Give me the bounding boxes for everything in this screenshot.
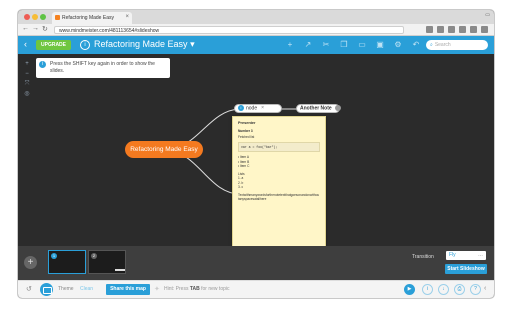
back-arrow-icon[interactable]: ← xyxy=(22,25,29,32)
another-note-topic[interactable]: Another Note xyxy=(296,104,341,113)
transition-value: Fly xyxy=(449,252,456,258)
note-code-block: var a = foo("bar"); xyxy=(238,141,320,152)
add-topic-icon[interactable]: + xyxy=(286,40,294,49)
scissors-icon[interactable]: ✂ xyxy=(322,40,330,49)
note-subtitle: Number 3 xyxy=(238,128,253,133)
undo-icon[interactable]: ↶ xyxy=(412,40,420,49)
print-icon[interactable]: ⎙ xyxy=(454,284,465,295)
close-icon[interactable]: × xyxy=(261,105,264,111)
node-topic[interactable]: i node × xyxy=(234,104,282,113)
browser-tab[interactable]: Refactoring Made Easy × xyxy=(52,12,132,24)
note-line: Fetched list xyxy=(238,135,255,139)
hint-key: TAB xyxy=(189,286,200,292)
search-input[interactable]: ⌕ Search xyxy=(426,40,488,50)
start-slideshow-button[interactable]: Start Slideshow xyxy=(445,264,487,274)
maximize-window-button[interactable] xyxy=(40,14,46,20)
extension-icon[interactable] xyxy=(448,26,455,33)
hint-suffix: for new topic xyxy=(201,286,230,292)
chevron-down-icon: ▾ xyxy=(190,39,195,49)
paste-icon[interactable]: ▭ xyxy=(358,40,366,49)
search-icon: ⌕ xyxy=(430,42,433,48)
note-indicator-icon: i xyxy=(238,105,244,111)
slide-thumbnail-bar xyxy=(115,269,125,271)
share-map-button[interactable]: Share this map xyxy=(106,284,150,295)
url-input[interactable]: www.mindmeister.com/481113654#slideshow xyxy=(54,26,404,34)
toolbar-tools: + ↗ ✂ ❐ ▭ ▣ ⚙ ↶ ↷ xyxy=(286,40,438,49)
tab-title: Refactoring Made Easy xyxy=(62,15,114,21)
tab-close-icon[interactable]: × xyxy=(125,14,129,20)
copy-icon[interactable]: ❐ xyxy=(340,40,348,49)
info-circle-icon[interactable]: i xyxy=(422,284,433,295)
note-title: Presenter xyxy=(238,121,256,125)
theme-value[interactable]: Clean xyxy=(80,286,93,292)
collapse-panel-icon[interactable]: ‹ xyxy=(484,285,486,292)
address-bar: ← → ↻ www.mindmeister.com/481113654#slid… xyxy=(18,24,494,36)
add-slide-button[interactable]: + xyxy=(24,256,37,269)
root-topic-text: Refactoring Made Easy xyxy=(130,146,198,153)
slide-number: 1 xyxy=(51,253,57,259)
lightbulb-icon: ✦ xyxy=(154,286,160,293)
upgrade-button[interactable]: UPGRADE xyxy=(36,40,72,50)
node-topic-text: node xyxy=(246,105,258,112)
collapse-toggle-icon[interactable] xyxy=(334,105,341,111)
search-placeholder: Search xyxy=(434,42,451,48)
info-icon[interactable]: i xyxy=(80,40,90,50)
slide-thumbnail[interactable]: 2 xyxy=(88,250,126,274)
profile-icon[interactable]: ▭ xyxy=(485,12,490,18)
presentation-icon[interactable] xyxy=(40,283,53,296)
url-text: www.mindmeister.com/481113654#slideshow xyxy=(59,28,160,34)
transition-label: Transition xyxy=(412,254,434,260)
download-icon[interactable]: ↓ xyxy=(438,284,449,295)
history-icon[interactable]: ↺ xyxy=(26,285,32,293)
browser-window: Refactoring Made Easy × ▭ ← → ↻ www.mind… xyxy=(18,10,494,298)
extension-icons xyxy=(426,26,488,33)
minimize-window-button[interactable] xyxy=(32,14,38,20)
note-line: Textwithmanywordsforthenotetextthatgoeso… xyxy=(238,192,320,202)
close-window-button[interactable] xyxy=(24,14,30,20)
map-canvas[interactable]: + − ⤧ ◎ i Press the SHIFT key again in o… xyxy=(18,54,494,248)
extension-icon[interactable] xyxy=(470,26,477,33)
root-topic[interactable]: Refactoring Made Easy xyxy=(125,141,203,158)
extension-icon[interactable] xyxy=(426,26,433,33)
another-note-text: Another Note xyxy=(300,105,332,112)
slides-strip: + 1 2 Transition Fly … Start Slideshow xyxy=(18,246,494,280)
slide-thumbnail[interactable]: 1 xyxy=(48,250,86,274)
map-title[interactable]: Refactoring Made Easy ▾ xyxy=(94,39,195,50)
map-title-text: Refactoring Made Easy xyxy=(94,39,188,49)
app-toolbar: ‹ UPGRADE i Refactoring Made Easy ▾ + ↗ … xyxy=(18,36,494,54)
slide-number: 2 xyxy=(91,253,97,259)
menu-icon[interactable] xyxy=(481,26,488,33)
connect-icon[interactable]: ↗ xyxy=(304,40,312,49)
help-icon[interactable]: ? xyxy=(470,284,481,295)
reload-icon[interactable]: ↻ xyxy=(42,25,48,33)
back-chevron-icon[interactable]: ‹ xyxy=(24,39,27,49)
more-options-icon: … xyxy=(478,252,483,258)
style-icon[interactable]: ▣ xyxy=(376,40,384,49)
mindmeister-favicon-icon xyxy=(55,15,60,20)
bottom-bar: ↺ Theme Clean Share this map ✦ Hint: Pre… xyxy=(18,280,494,298)
play-icon[interactable]: ▶ xyxy=(404,284,415,295)
extension-icon[interactable] xyxy=(437,26,444,33)
extension-icon[interactable] xyxy=(459,26,466,33)
transition-select[interactable]: Fly … xyxy=(446,251,486,260)
hint-line: Hint: Press TAB for new topic xyxy=(164,286,230,292)
settings-icon[interactable]: ⚙ xyxy=(394,40,402,49)
theme-label: Theme xyxy=(58,286,74,292)
forward-arrow-icon[interactable]: → xyxy=(32,25,39,32)
hint-prefix: Hint: Press xyxy=(164,286,189,292)
browser-tab-bar: Refactoring Made Easy × ▭ xyxy=(18,10,494,24)
note-panel[interactable]: Presenter Number 3 Fetched list var a = … xyxy=(232,116,326,248)
